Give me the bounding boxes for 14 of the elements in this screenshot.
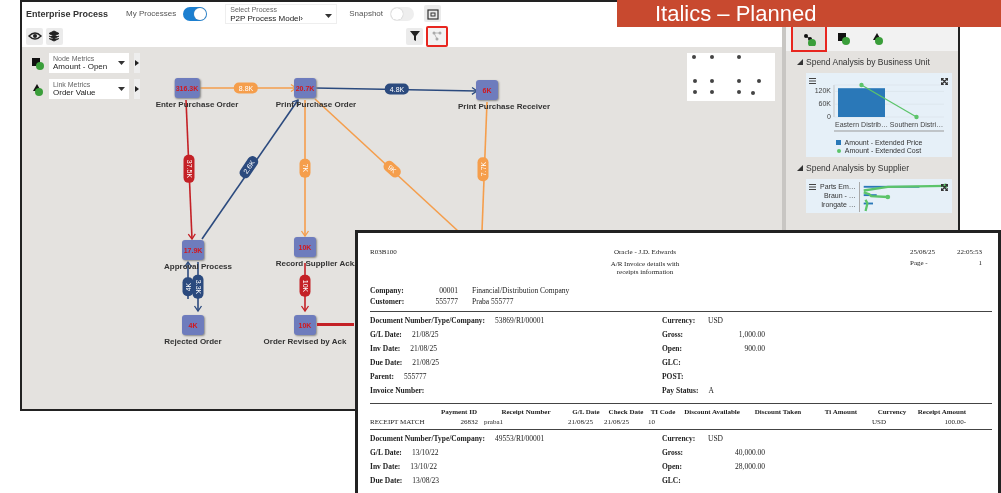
toggle-label: My Processes [126, 9, 177, 18]
node-label: Rejected Order [164, 336, 222, 346]
app-title: Enterprise Process [26, 8, 110, 19]
dropdown-value: Amount - Open [53, 62, 109, 71]
dropdown-value: P2P Process Model› [230, 13, 304, 23]
node-label: Order Revised by Ack [263, 336, 347, 346]
section-header[interactable]: Spend Analysis by Business Unit [797, 57, 958, 67]
section-title: Spend Analysis by Business Unit [806, 57, 930, 67]
toggle-label: Snapshot [349, 9, 384, 18]
banner: Italics – Planned [617, 0, 1001, 27]
dropdown-value: Order Value [53, 88, 97, 97]
section-header[interactable]: Spend Analysis by Supplier [797, 163, 958, 173]
node-label: Record Supplier Ack. [275, 258, 357, 268]
section-title: Spend Analysis by Supplier [806, 163, 909, 173]
